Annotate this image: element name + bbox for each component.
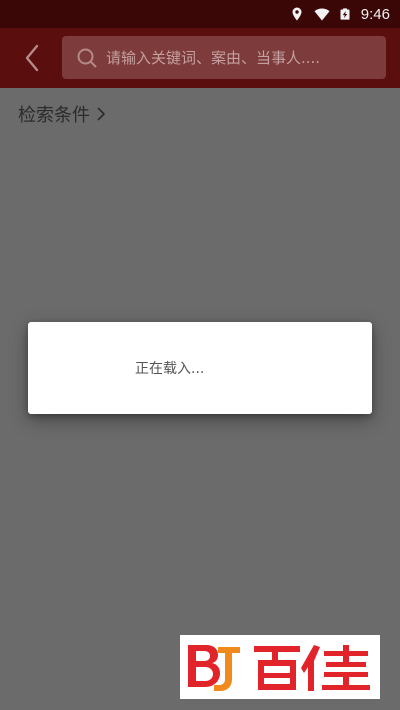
search-box[interactable] [62, 36, 386, 79]
search-conditions-label: 检索条件 [18, 105, 90, 126]
location-icon [292, 7, 302, 21]
status-time: 9:46 [360, 5, 390, 23]
brand-logo-icon [188, 645, 370, 691]
wifi-icon [314, 8, 330, 21]
watermark-logo [180, 635, 380, 699]
back-button[interactable] [18, 42, 46, 74]
battery-charging-icon [340, 8, 350, 20]
chevron-left-icon [25, 44, 39, 72]
search-conditions-toggle[interactable]: 检索条件 [18, 99, 106, 129]
loading-dialog: 正在载入... [28, 322, 372, 414]
search-icon [77, 48, 97, 67]
search-header [0, 28, 400, 88]
search-input[interactable] [106, 48, 386, 67]
loading-message: 正在载入... [135, 361, 205, 377]
chevron-right-icon [97, 107, 105, 121]
status-bar: 9:46 [0, 0, 400, 28]
